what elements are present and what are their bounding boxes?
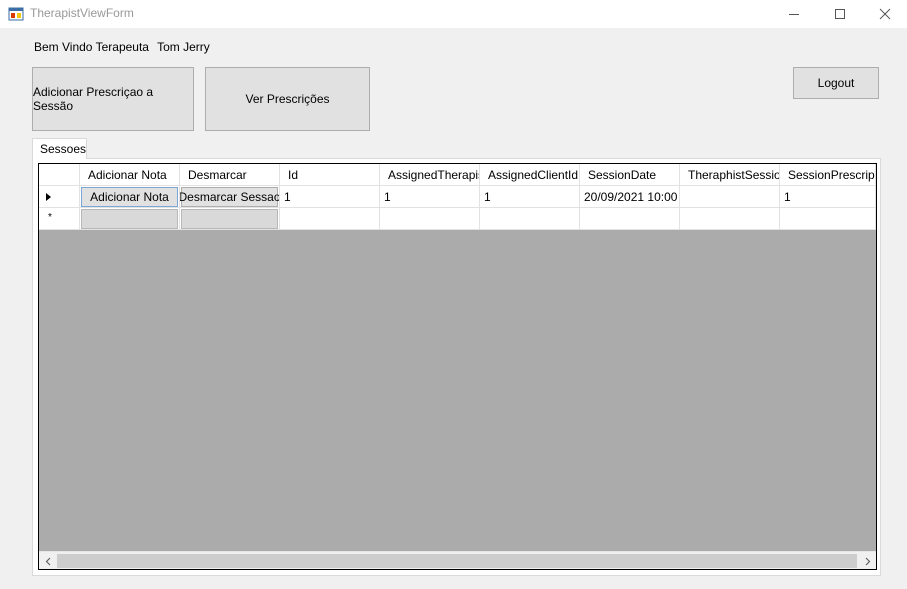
logout-button[interactable]: Logout — [793, 67, 879, 99]
session-date-cell[interactable] — [580, 208, 680, 230]
add-note-cell — [80, 208, 180, 230]
assigned-therapist-id-cell[interactable]: 1 — [380, 186, 480, 208]
row-header[interactable]: * — [39, 208, 80, 230]
column-header[interactable]: AssignedClientId — [480, 164, 580, 186]
title-bar: TherapistViewForm — [0, 0, 907, 28]
current-row-arrow-icon — [46, 193, 51, 201]
scroll-left-button[interactable] — [39, 552, 56, 569]
column-header[interactable]: Id — [280, 164, 380, 186]
new-row-asterisk-icon: * — [48, 212, 52, 223]
session-date-cell[interactable]: 20/09/2021 10:00 — [580, 186, 680, 208]
sessions-grid[interactable]: Adicionar Nota Desmarcar Id AssignedTher… — [38, 163, 877, 570]
therapist-session-note-cell[interactable] — [680, 186, 780, 208]
tab-sessoes[interactable]: Sessoes — [32, 138, 87, 159]
horizontal-scrollbar[interactable] — [39, 551, 876, 569]
assigned-client-id-cell[interactable]: 1 — [480, 186, 580, 208]
column-header[interactable]: Desmarcar — [180, 164, 280, 186]
grid-header-row: Adicionar Nota Desmarcar Id AssignedTher… — [39, 164, 876, 186]
close-icon — [879, 8, 891, 20]
header-corner — [39, 164, 80, 186]
cancel-session-cell: Desmarcar Sessao — [180, 186, 280, 208]
view-prescriptions-button[interactable]: Ver Prescrições — [205, 67, 370, 131]
assigned-therapist-id-cell[interactable] — [380, 208, 480, 230]
new-row[interactable]: * — [39, 208, 876, 230]
maximize-button[interactable] — [817, 0, 863, 28]
scrollbar-thumb[interactable] — [57, 554, 857, 568]
column-header[interactable]: Adicionar Nota — [80, 164, 180, 186]
user-name-label: Tom Jerry — [157, 40, 210, 54]
minimize-button[interactable] — [771, 0, 817, 28]
welcome-message: Bem Vindo Terapeuta Tom Jerry — [34, 40, 215, 54]
app-icon — [8, 7, 24, 21]
add-note-button[interactable] — [81, 209, 178, 229]
table-row[interactable]: Adicionar Nota Desmarcar Sessao 1 1 1 20… — [39, 186, 876, 208]
add-prescription-button[interactable]: Adicionar Prescriçao a Sessão — [32, 67, 194, 131]
session-prescription-id-cell[interactable] — [780, 208, 876, 230]
chevron-right-icon — [865, 557, 870, 565]
column-header[interactable]: SessionPrescriptionId — [780, 164, 876, 186]
cancel-session-button[interactable] — [181, 209, 278, 229]
assigned-client-id-cell[interactable] — [480, 208, 580, 230]
id-cell[interactable]: 1 — [280, 186, 380, 208]
column-header[interactable]: SessionDate — [580, 164, 680, 186]
column-header[interactable]: TheraphistSessionNote — [680, 164, 780, 186]
scroll-right-button[interactable] — [859, 552, 876, 569]
add-note-button[interactable]: Adicionar Nota — [81, 187, 178, 207]
row-header[interactable] — [39, 186, 80, 208]
close-button[interactable] — [862, 0, 907, 28]
therapist-session-note-cell[interactable] — [680, 208, 780, 230]
cancel-session-cell — [180, 208, 280, 230]
greeting-label: Bem Vindo Terapeuta — [34, 40, 149, 54]
cancel-session-button[interactable]: Desmarcar Sessao — [180, 187, 279, 207]
column-header[interactable]: AssignedTherapistId — [380, 164, 480, 186]
window-title: TherapistViewForm — [30, 6, 134, 20]
session-prescription-id-cell[interactable]: 1 — [780, 186, 876, 208]
maximize-icon — [835, 9, 845, 19]
minimize-icon — [789, 14, 799, 15]
chevron-left-icon — [45, 557, 50, 565]
id-cell[interactable] — [280, 208, 380, 230]
add-note-cell: Adicionar Nota — [80, 186, 180, 208]
